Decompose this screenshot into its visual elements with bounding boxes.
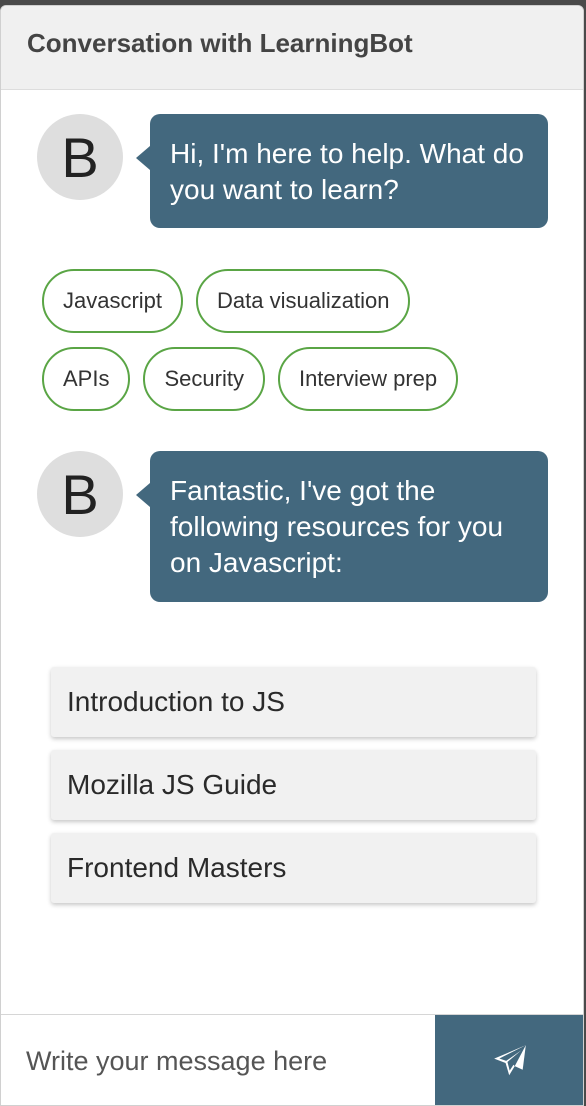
resource-item-introduction-to-js[interactable]: Introduction to JS (51, 667, 536, 737)
chat-header: Conversation with LearningBot (1, 6, 583, 90)
message-bubble: Fantastic, I've got the following resour… (136, 451, 548, 602)
send-button[interactable] (435, 1015, 583, 1105)
message-composer (1, 1014, 583, 1105)
topic-row: APIs Security Interview prep (42, 347, 542, 411)
paper-plane-icon (494, 1045, 526, 1076)
bot-message-resources: B Fantastic, I've got the following reso… (37, 451, 548, 602)
topic-row: Javascript Data visualization (42, 269, 542, 333)
message-text: Hi, I'm here to help. What do you want t… (170, 138, 524, 205)
chat-window: Conversation with LearningBot B Hi, I'm … (0, 5, 584, 1106)
message-bubble: Hi, I'm here to help. What do you want t… (136, 114, 548, 228)
topic-chip-interview-prep[interactable]: Interview prep (277, 347, 459, 411)
avatar-letter: B (61, 462, 99, 526)
topic-options: Javascript Data visualization APIs Secur… (42, 269, 542, 425)
topic-chip-security[interactable]: Security (143, 347, 265, 411)
message-input[interactable] (1, 1015, 435, 1105)
message-text: Fantastic, I've got the following resour… (170, 475, 504, 578)
resource-item-frontend-masters[interactable]: Frontend Masters (51, 833, 536, 903)
bot-message-greeting: B Hi, I'm here to help. What do you want… (37, 114, 548, 228)
bot-avatar: B (37, 451, 123, 537)
chat-title: Conversation with LearningBot (27, 28, 413, 58)
resource-list: Introduction to JS Mozilla JS Guide Fron… (51, 667, 536, 916)
topic-chip-javascript[interactable]: Javascript (42, 269, 184, 333)
resource-item-mozilla-js-guide[interactable]: Mozilla JS Guide (51, 750, 536, 820)
topic-chip-data-visualization[interactable]: Data visualization (196, 269, 411, 333)
bot-avatar: B (37, 114, 123, 200)
avatar-letter: B (61, 125, 99, 189)
topic-chip-apis[interactable]: APIs (42, 347, 131, 411)
